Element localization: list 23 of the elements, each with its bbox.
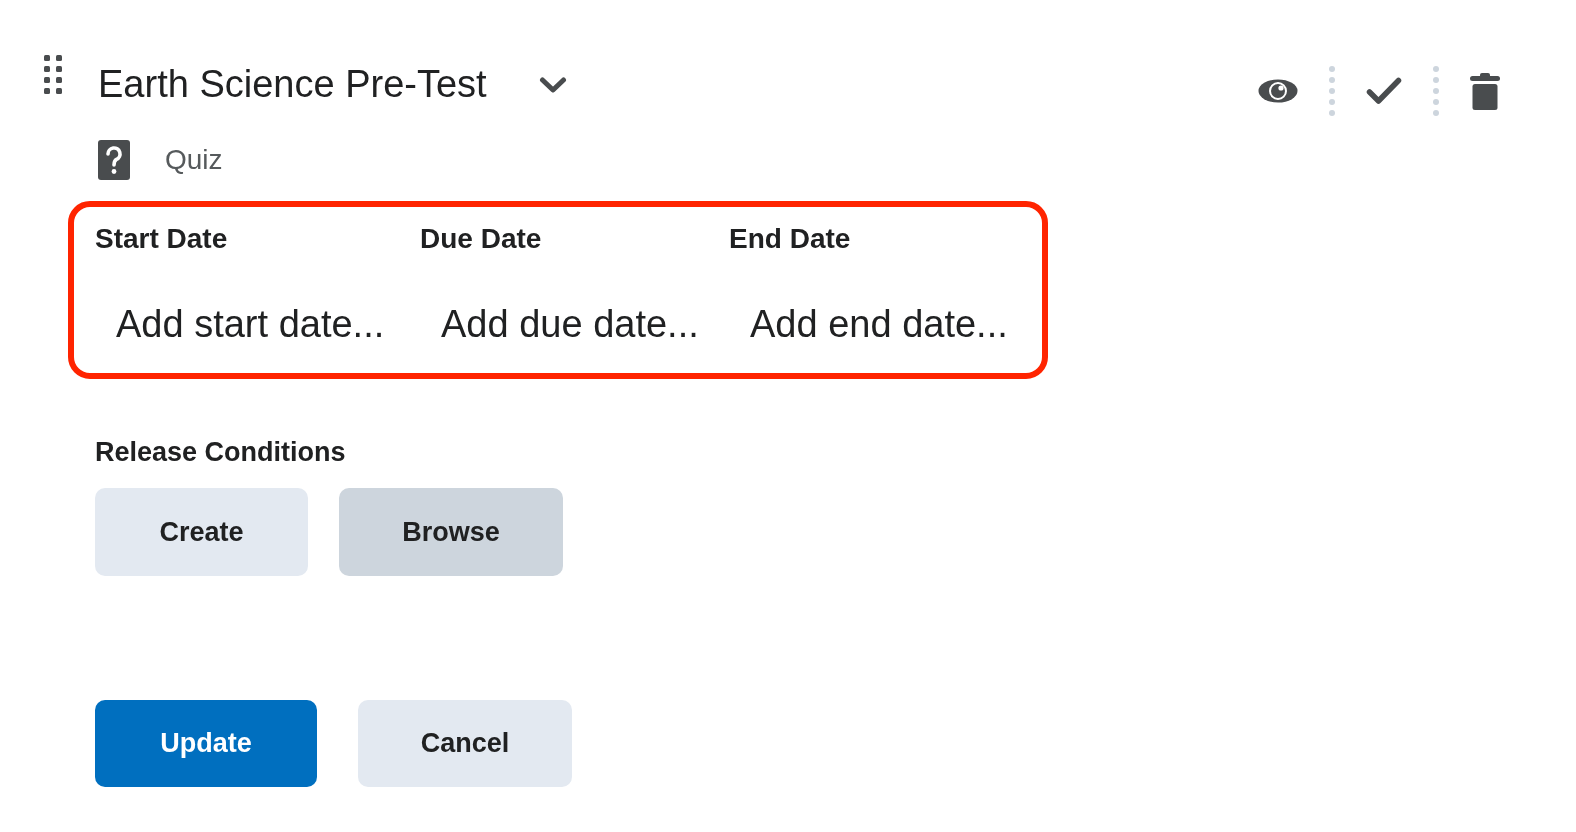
release-condition-button[interactable]: Create: [95, 488, 308, 576]
complete-button[interactable]: [1366, 77, 1402, 105]
checkmark-icon: [1366, 77, 1402, 105]
question-mark-icon: [98, 140, 130, 180]
visibility-button[interactable]: [1258, 78, 1298, 104]
add-date-button[interactable]: Add end date...: [750, 302, 1008, 346]
add-date-button[interactable]: Add due date...: [441, 302, 699, 346]
section-heading: Release Conditions: [95, 436, 346, 468]
update-button[interactable]: Update: [95, 700, 317, 787]
delete-button[interactable]: [1470, 72, 1500, 110]
date-label: Due Date: [420, 223, 542, 255]
drag-handle-icon[interactable]: [44, 55, 62, 94]
add-date-button[interactable]: Add start date...: [116, 302, 385, 346]
date-label: End Date: [729, 223, 851, 255]
cancel-button[interactable]: Cancel: [358, 700, 572, 787]
item-title: Earth Science Pre-Test: [98, 62, 487, 106]
trash-icon: [1470, 72, 1500, 110]
item-type-label: Quiz: [165, 143, 223, 177]
release-condition-button[interactable]: Browse: [339, 488, 563, 576]
eye-icon: [1258, 79, 1298, 103]
chevron-down-icon: [538, 76, 567, 94]
expand-button[interactable]: [538, 76, 567, 94]
date-label: Start Date: [95, 223, 228, 255]
